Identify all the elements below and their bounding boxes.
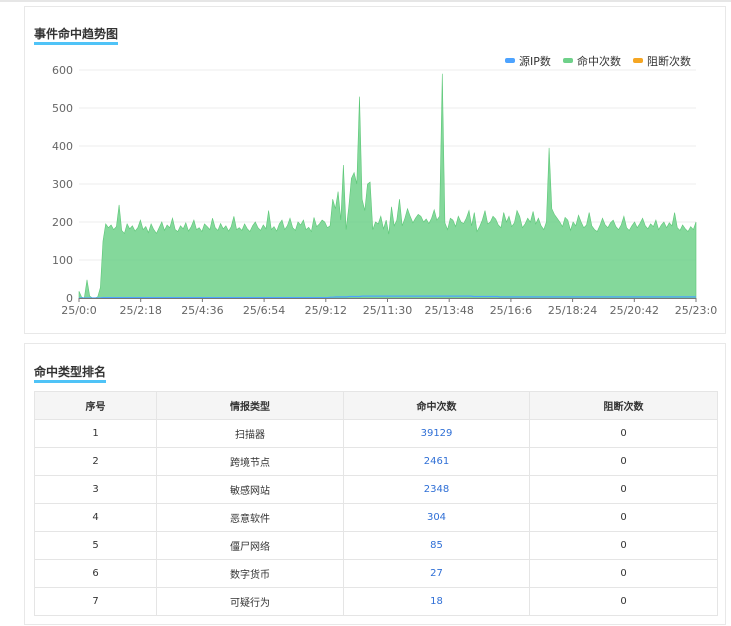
x-tick-label: 25/16:6 (490, 304, 532, 317)
legend-label: 阻断次数 (647, 54, 691, 68)
trend-chart: 010020030040050060025/0:0 25/2:18 25/4:36 2… (52, 54, 717, 317)
col-header-blocks[interactable]: 阻断次数 (529, 391, 718, 420)
row-hits-link[interactable]: 85 (343, 531, 530, 560)
x-tick-label: 25/2:18 (119, 304, 161, 317)
y-tick-label: 200 (52, 216, 73, 229)
legend-item[interactable]: 阻断次数 (633, 54, 691, 68)
trend-panel-title: 事件命中趋势图 (34, 27, 119, 45)
row-type: 跨境节点 (156, 447, 344, 476)
row-blocks: 0 (529, 447, 718, 476)
row-type: 可疑行为 (156, 587, 344, 616)
x-tick-label: 25/9:12 (305, 304, 347, 317)
table-row: 4 恶意软件 304 0 (34, 503, 718, 532)
row-index: 1 (34, 419, 157, 448)
row-hits-link[interactable]: 2461 (343, 447, 530, 476)
table-row: 1 扫描器 39129 0 (34, 419, 718, 448)
legend-swatch (633, 58, 643, 63)
row-type: 敏感网站 (156, 475, 344, 504)
x-tick-label: 25/20:42 (610, 304, 659, 317)
x-tick-label: 25/11:30 (363, 304, 412, 317)
x-tick-label: 25/0:0 (61, 304, 96, 317)
hit-type-rank-panel: 命中类型排名 序号 情报类型 命中次数 阻断次数 1 扫描器 39129 0 2… (24, 343, 726, 625)
row-blocks: 0 (529, 503, 718, 532)
row-type: 恶意软件 (156, 503, 344, 532)
row-hits-link[interactable]: 27 (343, 559, 530, 588)
row-type: 数字货币 (156, 559, 344, 588)
rank-table: 序号 情报类型 命中次数 阻断次数 1 扫描器 39129 0 2 跨境节点 2… (34, 391, 718, 616)
row-index: 6 (34, 559, 157, 588)
col-header-hits[interactable]: 命中次数 (343, 391, 530, 420)
table-row: 2 跨境节点 2461 0 (34, 447, 718, 476)
legend-item[interactable]: 源IP数 (505, 54, 551, 68)
row-blocks: 0 (529, 475, 718, 504)
col-header-index[interactable]: 序号 (34, 391, 157, 420)
legend-label: 源IP数 (519, 54, 551, 68)
x-tick-label: 25/23:0 (675, 304, 717, 317)
row-blocks: 0 (529, 587, 718, 616)
row-index: 5 (34, 531, 157, 560)
x-tick-label: 25/6:54 (243, 304, 285, 317)
series-area-hits (78, 73, 697, 299)
row-index: 3 (34, 475, 157, 504)
row-index: 2 (34, 447, 157, 476)
col-header-type[interactable]: 情报类型 (156, 391, 344, 420)
y-tick-label: 300 (52, 178, 73, 191)
row-hits-link[interactable]: 39129 (343, 419, 530, 448)
row-blocks: 0 (529, 559, 718, 588)
legend-swatch (563, 58, 573, 63)
row-index: 7 (34, 587, 157, 616)
y-tick-label: 100 (52, 254, 73, 267)
legend-label: 命中次数 (577, 54, 621, 68)
legend-item[interactable]: 命中次数 (563, 54, 621, 68)
row-index: 4 (34, 503, 157, 532)
row-type: 扫描器 (156, 419, 344, 448)
x-tick-label: 25/13:48 (424, 304, 473, 317)
table-header-row: 序号 情报类型 命中次数 阻断次数 (34, 391, 718, 420)
y-tick-label: 400 (52, 140, 73, 153)
table-row: 7 可疑行为 18 0 (34, 587, 718, 616)
x-tick-label: 25/18:24 (548, 304, 597, 317)
table-row: 3 敏感网站 2348 0 (34, 475, 718, 504)
row-hits-link[interactable]: 304 (343, 503, 530, 532)
top-divider (0, 0, 731, 2)
row-blocks: 0 (529, 531, 718, 560)
y-tick-label: 600 (52, 64, 73, 77)
row-hits-link[interactable]: 18 (343, 587, 530, 616)
y-tick-label: 500 (52, 102, 73, 115)
row-type: 僵尸网络 (156, 531, 344, 560)
table-row: 6 数字货币 27 0 (34, 559, 718, 588)
trend-chart-panel: 0 100 200 300 400 500 600 25/0:0 25/2:18 25/4:36 2… (24, 6, 726, 334)
rank-panel-title: 命中类型排名 (34, 365, 107, 383)
row-hits-link[interactable]: 2348 (343, 475, 530, 504)
row-blocks: 0 (529, 419, 718, 448)
legend-swatch (505, 58, 515, 63)
table-row: 5 僵尸网络 85 0 (34, 531, 718, 560)
x-tick-label: 25/4:36 (181, 304, 223, 317)
